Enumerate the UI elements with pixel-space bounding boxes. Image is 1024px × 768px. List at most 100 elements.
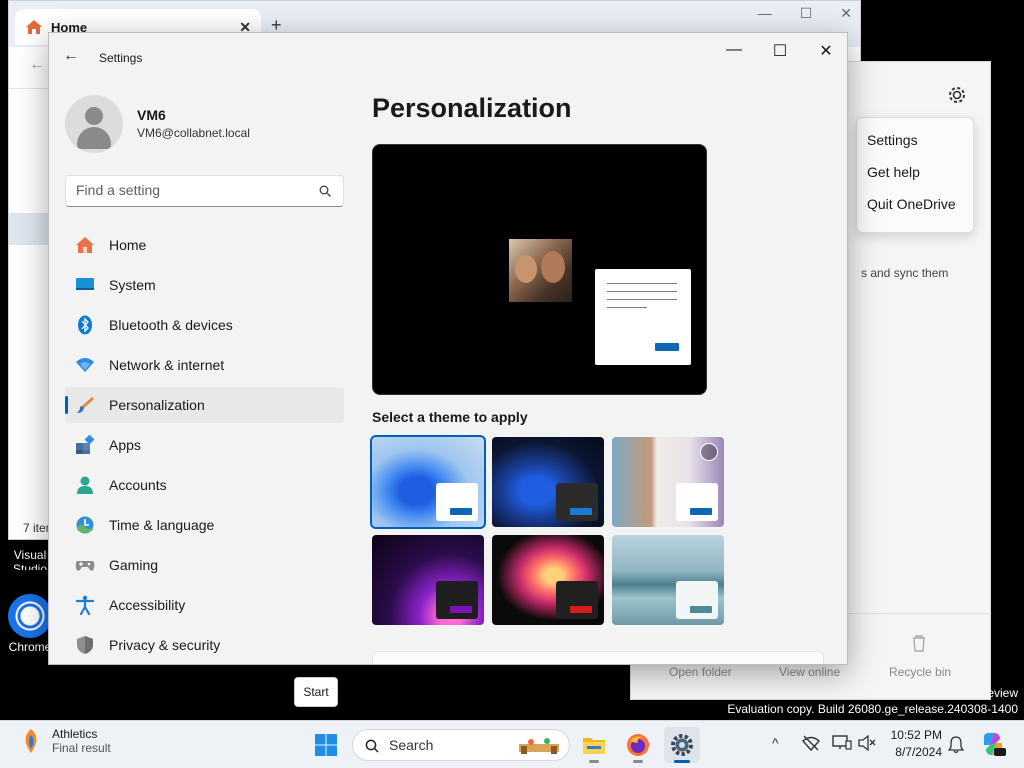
shield-icon <box>75 635 95 655</box>
firefox-taskbar-button[interactable] <box>620 727 656 763</box>
time-language-icon <box>75 515 95 535</box>
search-placeholder: Search <box>389 737 434 753</box>
maximize-icon[interactable]: ☐ <box>800 5 813 22</box>
clock-time: 10:52 PM <box>890 728 942 742</box>
explorer-window-controls: — ☐ ✕ <box>758 5 852 22</box>
nav-label: Personalization <box>109 397 205 413</box>
start-button[interactable] <box>308 727 344 763</box>
file-explorer-taskbar-button[interactable] <box>576 727 612 763</box>
user-profile[interactable]: VM6 VM6@collabnet.local <box>65 95 345 155</box>
find-setting-input[interactable]: Find a setting <box>65 175 344 207</box>
windows-logo-icon <box>314 733 338 762</box>
maximize-icon[interactable]: ☐ <box>757 41 803 61</box>
nav-label: Time & language <box>109 517 215 533</box>
settings-taskbar-button[interactable] <box>664 727 700 763</box>
search-highlight-icon <box>517 734 561 756</box>
home-icon <box>75 235 95 255</box>
settings-nav: Home System Bluetooth & devices Network … <box>65 227 344 664</box>
nav-item-time-language[interactable]: Time & language <box>65 507 344 543</box>
nav-label: Home <box>109 237 147 253</box>
nav-label: Accounts <box>109 477 167 493</box>
theme-grid <box>370 435 832 625</box>
tray-overflow-icon[interactable]: ^ <box>772 735 779 751</box>
chrome-icon <box>8 594 52 638</box>
copilot-icon[interactable] <box>980 731 1006 760</box>
theme-windows-dark[interactable] <box>492 437 604 527</box>
search-icon <box>365 739 379 753</box>
open-folder-button[interactable]: Open folder <box>669 665 732 679</box>
theme-sunrise-bloom[interactable] <box>492 535 604 625</box>
weather-subtitle: Final result <box>52 741 111 755</box>
view-online-button[interactable]: View online <box>779 665 840 679</box>
preview-window <box>595 269 691 365</box>
preview-photo <box>509 239 572 302</box>
nav-item-system[interactable]: System <box>65 267 344 303</box>
nav-label: Bluetooth & devices <box>109 317 233 333</box>
volume-muted-icon[interactable] <box>858 734 876 754</box>
watermark-line-1: eview <box>987 686 1018 700</box>
nav-item-apps[interactable]: Apps <box>65 427 344 463</box>
desktop-icon-chrome[interactable]: Chrome <box>6 594 54 654</box>
nav-label: Accessibility <box>109 597 186 613</box>
back-arrow-icon[interactable]: ← <box>63 47 79 65</box>
nav-item-privacy-security[interactable]: Privacy & security <box>65 627 344 663</box>
apps-icon <box>75 434 95 455</box>
gear-icon[interactable] <box>946 84 968 106</box>
slideshow-icon <box>700 443 718 461</box>
theme-captured-motion[interactable] <box>372 535 484 625</box>
nav-label: Apps <box>109 437 141 453</box>
menu-item-quit-onedrive[interactable]: Quit OneDrive <box>857 188 973 220</box>
nav-item-accessibility[interactable]: Accessibility <box>65 587 344 623</box>
folder-icon <box>582 735 606 760</box>
network-icon <box>75 355 95 375</box>
nav-label: Network & internet <box>109 357 225 373</box>
athletics-icon <box>18 727 44 755</box>
sidebar-selected-row[interactable] <box>9 213 49 245</box>
close-icon[interactable]: ✕ <box>803 41 847 61</box>
nav-item-personalization[interactable]: Personalization <box>65 387 344 423</box>
weather-widget[interactable]: Athletics Final result <box>18 727 111 755</box>
gear-icon <box>670 733 694 762</box>
onedrive-menu: Settings Get help Quit OneDrive <box>856 117 974 233</box>
display-icon[interactable] <box>832 735 852 754</box>
back-arrow-icon[interactable]: ← <box>29 56 45 74</box>
avatar <box>65 95 123 153</box>
recycle-bin-icon <box>911 634 927 652</box>
theme-windows-light[interactable] <box>370 435 486 529</box>
bluetooth-icon <box>75 315 95 335</box>
nav-item-home[interactable]: Home <box>65 227 344 263</box>
accessibility-icon <box>75 595 95 616</box>
nav-item-network[interactable]: Network & internet <box>65 347 344 383</box>
minimize-icon[interactable]: — <box>711 41 757 59</box>
gaming-icon <box>75 555 95 575</box>
network-icon[interactable] <box>802 735 820 754</box>
system-icon <box>75 275 95 295</box>
page-title: Personalization <box>372 93 572 123</box>
minimize-icon[interactable]: — <box>758 5 772 22</box>
close-icon[interactable]: ✕ <box>840 5 852 22</box>
accounts-icon <box>75 475 95 495</box>
taskbar-clock[interactable]: 10:52 PM 8/7/2024 <box>882 727 942 761</box>
settings-window[interactable]: ← Settings — ☐ ✕ VM6 VM6@collabnet.local… <box>48 32 848 665</box>
taskbar-search[interactable]: Search <box>352 729 570 761</box>
start-tooltip: Start <box>294 677 338 707</box>
profile-name: VM6 <box>137 107 166 123</box>
recycle-bin-button[interactable]: Recycle bin <box>889 665 951 679</box>
weather-title: Athletics <box>52 727 98 741</box>
firefox-icon <box>626 733 650 762</box>
nav-item-accounts[interactable]: Accounts <box>65 467 344 503</box>
nav-item-bluetooth[interactable]: Bluetooth & devices <box>65 307 344 343</box>
notification-bell-icon[interactable] <box>947 736 965 757</box>
nav-item-gaming[interactable]: Gaming <box>65 547 344 583</box>
brush-icon <box>75 395 95 415</box>
nav-label: System <box>109 277 156 293</box>
theme-flow-lake[interactable] <box>612 535 724 625</box>
window-title: Settings <box>99 51 143 65</box>
theme-glow-flowers[interactable] <box>612 437 724 527</box>
settings-card[interactable] <box>372 651 824 664</box>
onedrive-body-text: s and sync them <box>861 266 949 280</box>
menu-item-get-help[interactable]: Get help <box>857 156 973 188</box>
menu-item-settings[interactable]: Settings <box>857 124 973 156</box>
theme-preview <box>372 144 707 395</box>
find-setting-placeholder: Find a setting <box>76 182 161 198</box>
